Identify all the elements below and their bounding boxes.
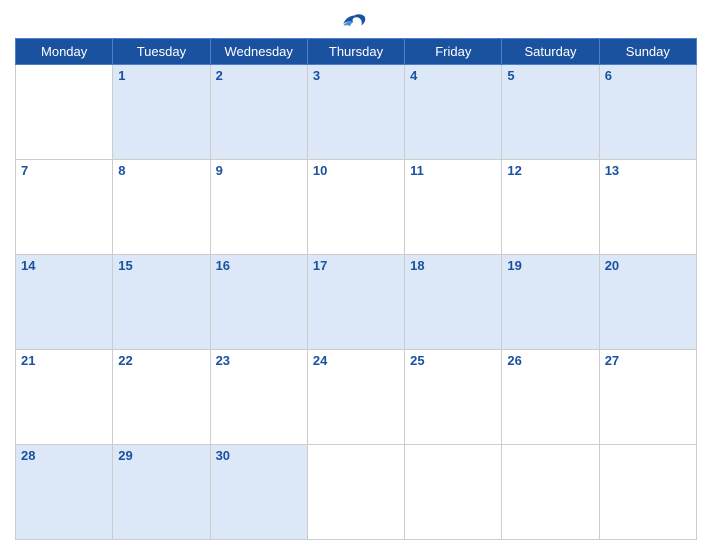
day-number: 24 bbox=[313, 353, 327, 368]
calendar-day-3: 3 bbox=[307, 65, 404, 160]
calendar-day-5: 5 bbox=[502, 65, 599, 160]
day-number: 14 bbox=[21, 258, 35, 273]
calendar-day-empty bbox=[502, 445, 599, 540]
calendar-day-21: 21 bbox=[16, 350, 113, 445]
calendar-day-7: 7 bbox=[16, 160, 113, 255]
calendar-day-18: 18 bbox=[405, 255, 502, 350]
day-number: 5 bbox=[507, 68, 514, 83]
calendar-day-20: 20 bbox=[599, 255, 696, 350]
day-number: 22 bbox=[118, 353, 132, 368]
calendar-day-25: 25 bbox=[405, 350, 502, 445]
calendar-day-1: 1 bbox=[113, 65, 210, 160]
day-number: 7 bbox=[21, 163, 28, 178]
calendar-week-row: 14 15 16 17 18 19 20 bbox=[16, 255, 697, 350]
day-number: 17 bbox=[313, 258, 327, 273]
day-number: 29 bbox=[118, 448, 132, 463]
day-number: 28 bbox=[21, 448, 35, 463]
calendar-day-6: 6 bbox=[599, 65, 696, 160]
day-number: 20 bbox=[605, 258, 619, 273]
calendar-day-12: 12 bbox=[502, 160, 599, 255]
calendar-week-row: 21 22 23 24 25 26 27 bbox=[16, 350, 697, 445]
calendar-day-11: 11 bbox=[405, 160, 502, 255]
day-number: 19 bbox=[507, 258, 521, 273]
calendar-week-row: 1 2 3 4 5 6 bbox=[16, 65, 697, 160]
day-number: 4 bbox=[410, 68, 417, 83]
day-number: 21 bbox=[21, 353, 35, 368]
calendar-day-30: 30 bbox=[210, 445, 307, 540]
weekday-wednesday: Wednesday bbox=[210, 39, 307, 65]
weekday-header-row: MondayTuesdayWednesdayThursdayFridaySatu… bbox=[16, 39, 697, 65]
calendar-day-2: 2 bbox=[210, 65, 307, 160]
calendar-day-19: 19 bbox=[502, 255, 599, 350]
day-number: 3 bbox=[313, 68, 320, 83]
calendar-day-4: 4 bbox=[405, 65, 502, 160]
day-number: 16 bbox=[216, 258, 230, 273]
calendar-day-empty bbox=[16, 65, 113, 160]
day-number: 18 bbox=[410, 258, 424, 273]
logo-bird-icon bbox=[340, 14, 368, 32]
calendar-table: MondayTuesdayWednesdayThursdayFridaySatu… bbox=[15, 38, 697, 540]
calendar-day-16: 16 bbox=[210, 255, 307, 350]
day-number: 15 bbox=[118, 258, 132, 273]
calendar-day-27: 27 bbox=[599, 350, 696, 445]
calendar-day-26: 26 bbox=[502, 350, 599, 445]
calendar-day-10: 10 bbox=[307, 160, 404, 255]
day-number: 27 bbox=[605, 353, 619, 368]
calendar-day-17: 17 bbox=[307, 255, 404, 350]
day-number: 1 bbox=[118, 68, 125, 83]
calendar-day-9: 9 bbox=[210, 160, 307, 255]
day-number: 10 bbox=[313, 163, 327, 178]
calendar-day-8: 8 bbox=[113, 160, 210, 255]
day-number: 6 bbox=[605, 68, 612, 83]
calendar-day-28: 28 bbox=[16, 445, 113, 540]
calendar-day-13: 13 bbox=[599, 160, 696, 255]
weekday-monday: Monday bbox=[16, 39, 113, 65]
calendar-day-empty bbox=[405, 445, 502, 540]
calendar-day-14: 14 bbox=[16, 255, 113, 350]
calendar-day-23: 23 bbox=[210, 350, 307, 445]
calendar-day-empty bbox=[307, 445, 404, 540]
calendar-day-22: 22 bbox=[113, 350, 210, 445]
calendar-week-row: 7 8 9 10 11 12 13 bbox=[16, 160, 697, 255]
weekday-friday: Friday bbox=[405, 39, 502, 65]
calendar-day-24: 24 bbox=[307, 350, 404, 445]
day-number: 11 bbox=[410, 163, 424, 178]
day-number: 2 bbox=[216, 68, 223, 83]
day-number: 25 bbox=[410, 353, 424, 368]
weekday-tuesday: Tuesday bbox=[113, 39, 210, 65]
day-number: 8 bbox=[118, 163, 125, 178]
logo bbox=[340, 14, 372, 32]
weekday-thursday: Thursday bbox=[307, 39, 404, 65]
day-number: 12 bbox=[507, 163, 521, 178]
weekday-saturday: Saturday bbox=[502, 39, 599, 65]
weekday-sunday: Sunday bbox=[599, 39, 696, 65]
calendar-day-15: 15 bbox=[113, 255, 210, 350]
calendar-day-29: 29 bbox=[113, 445, 210, 540]
day-number: 13 bbox=[605, 163, 619, 178]
calendar-day-empty bbox=[599, 445, 696, 540]
day-number: 23 bbox=[216, 353, 230, 368]
day-number: 9 bbox=[216, 163, 223, 178]
day-number: 26 bbox=[507, 353, 521, 368]
calendar-header bbox=[15, 10, 697, 32]
day-number: 30 bbox=[216, 448, 230, 463]
calendar-week-row: 28 29 30 bbox=[16, 445, 697, 540]
